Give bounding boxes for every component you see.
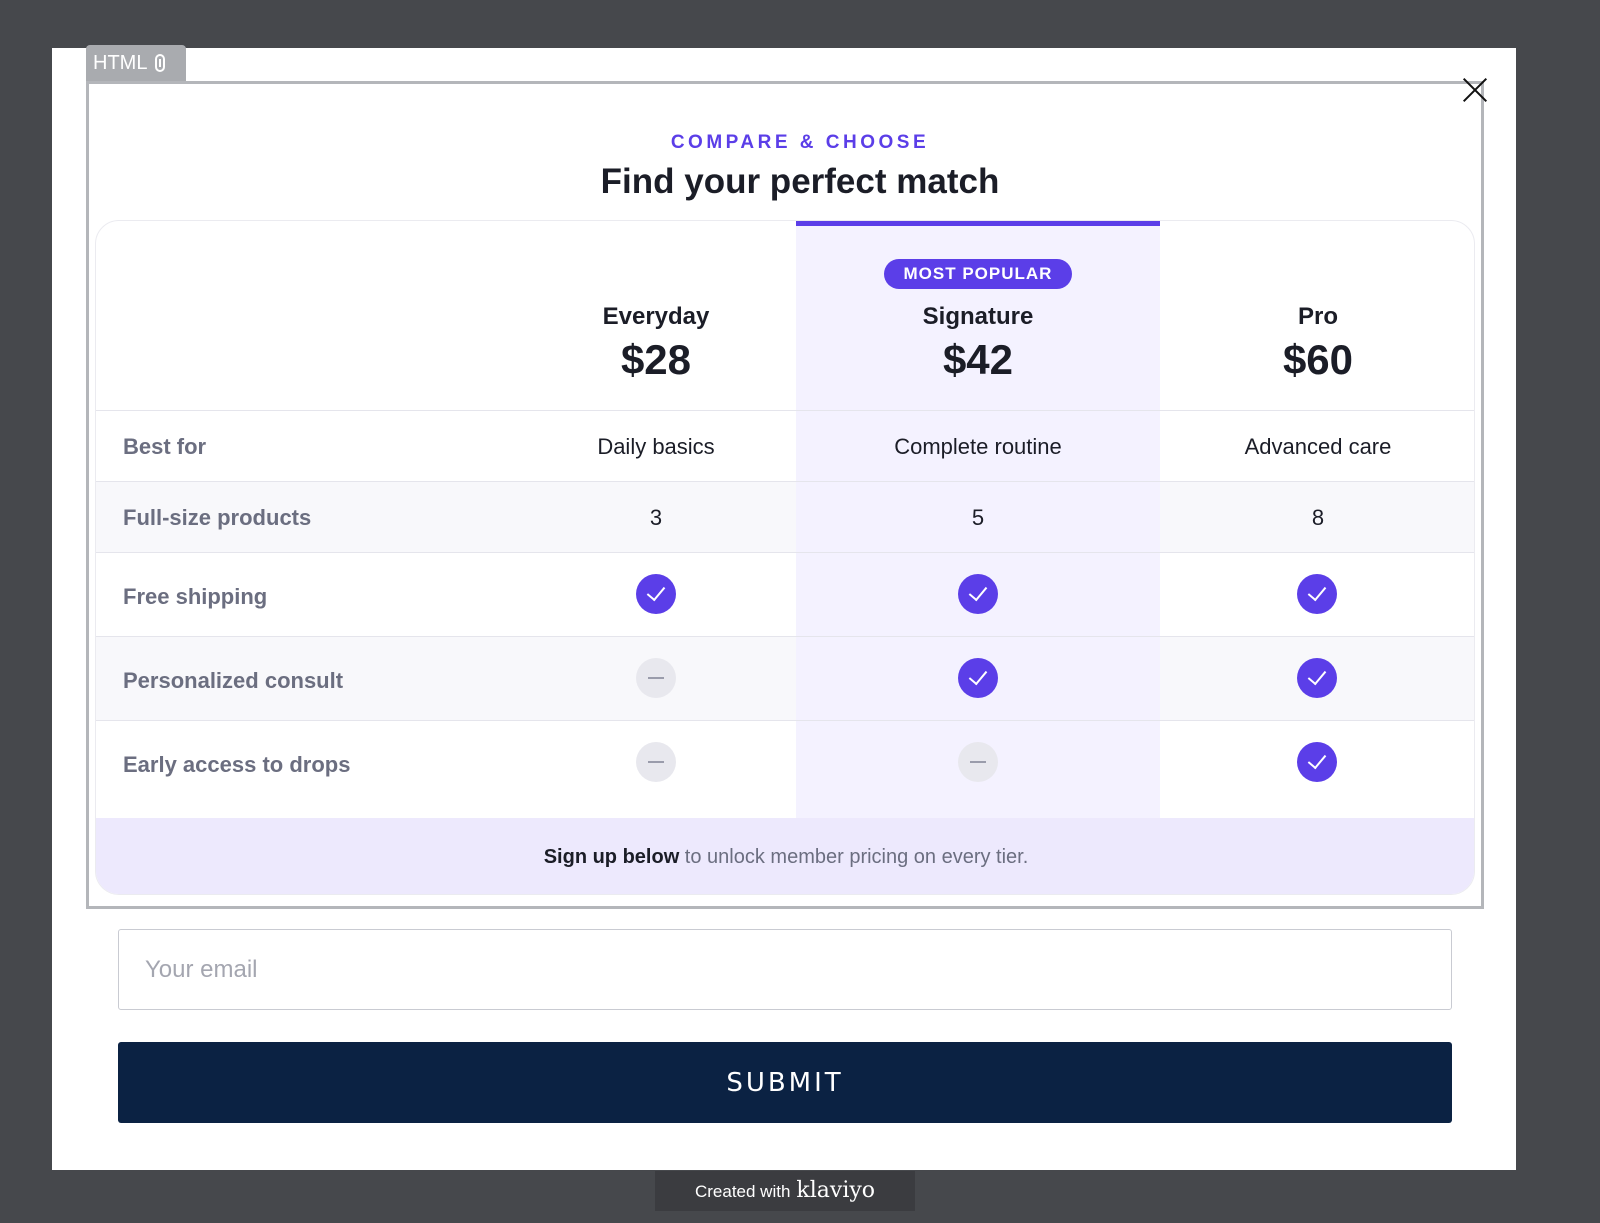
check-icon	[958, 658, 998, 698]
row-divider	[96, 481, 1474, 482]
row-divider	[96, 636, 1474, 637]
link-icon	[155, 54, 166, 72]
html-block-tag[interactable]: HTML	[86, 45, 186, 81]
plan-name: Signature	[922, 303, 1034, 330]
check-icon	[1297, 574, 1337, 614]
plan-price: $60	[1282, 336, 1354, 383]
close-icon[interactable]	[1462, 77, 1488, 103]
feature-value: Advanced care	[1244, 434, 1392, 459]
dash-icon	[636, 742, 676, 782]
plan-header-pro: Pro $60	[1160, 221, 1474, 414]
page-title: Find your perfect match	[600, 162, 1000, 201]
signup-note-emphasis: Sign up below	[543, 846, 680, 868]
feature-label: Full-size products	[123, 505, 312, 530]
row-divider	[96, 552, 1474, 553]
signup-note: Sign up below to unlock member pricing o…	[96, 818, 1474, 894]
signup-note-text: to unlock member pricing on every tier.	[679, 846, 1029, 868]
klaviyo-logo: klaviyo	[796, 1178, 876, 1203]
eyebrow-text: COMPARE & CHOOSE	[670, 132, 930, 153]
row-divider	[96, 720, 1474, 721]
check-icon	[958, 574, 998, 614]
feature-value: 3	[649, 505, 663, 530]
feature-label: Free shipping	[123, 584, 268, 609]
klaviyo-credit[interactable]: Created with klaviyo	[655, 1171, 915, 1211]
dash-icon	[636, 658, 676, 698]
plan-header-signature: MOST POPULAR Signature $42	[796, 221, 1160, 414]
comparison-table: Everyday $28 MOST POPULAR Signature $42 …	[95, 220, 1475, 895]
most-popular-badge: MOST POPULAR	[884, 259, 1072, 289]
feature-label: Best for	[123, 434, 207, 459]
check-icon	[1297, 742, 1337, 782]
dash-icon	[958, 742, 998, 782]
submit-button[interactable]: SUBMIT	[118, 1042, 1452, 1123]
plan-header-everyday: Everyday $28	[516, 221, 796, 414]
feature-value: Daily basics	[597, 434, 715, 459]
html-block-tag-label: HTML	[93, 52, 148, 74]
plan-price: $42	[942, 336, 1014, 383]
plan-name: Pro	[1297, 303, 1338, 330]
feature-label: Early access to drops	[123, 752, 351, 777]
plan-name: Everyday	[602, 303, 710, 330]
plan-price: $28	[620, 336, 692, 383]
check-icon	[1297, 658, 1337, 698]
email-input[interactable]	[118, 929, 1452, 1010]
check-icon	[636, 574, 676, 614]
feature-label: Personalized consult	[123, 668, 344, 693]
feature-value: 5	[971, 505, 985, 530]
feature-value: Complete routine	[894, 434, 1062, 459]
credit-text: Created with	[694, 1182, 791, 1201]
feature-value: 8	[1311, 505, 1325, 530]
